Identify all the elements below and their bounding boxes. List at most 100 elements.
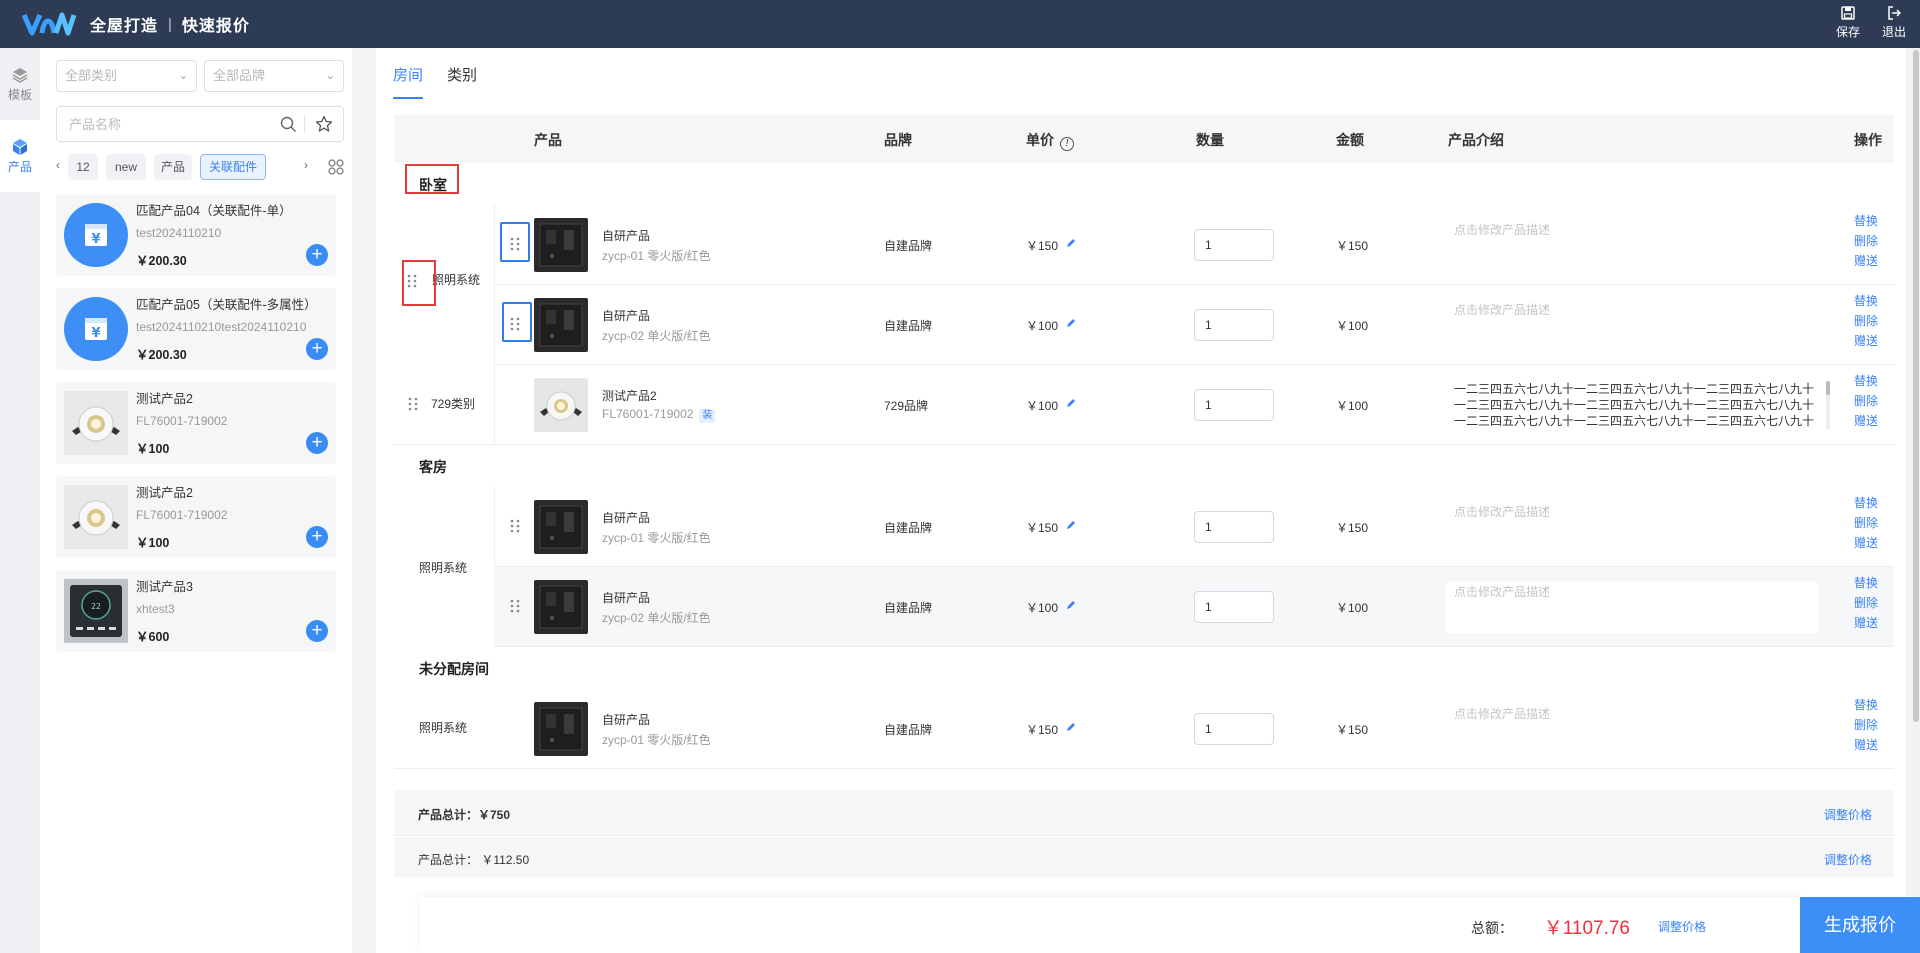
- delete-button[interactable]: 删除: [1854, 717, 1878, 733]
- search-input[interactable]: [69, 107, 269, 141]
- search-icon[interactable]: [280, 116, 297, 133]
- delete-button[interactable]: 删除: [1854, 393, 1878, 409]
- tab-room[interactable]: 房间: [393, 64, 424, 99]
- gift-button[interactable]: 赠送: [1854, 615, 1878, 631]
- edit-pencil-icon[interactable]: [1066, 520, 1076, 530]
- product-card[interactable]: 测试产品2 FL76001-719002 ￥100 +: [56, 476, 336, 558]
- generate-quote-button[interactable]: 生成报价: [1800, 897, 1920, 953]
- row-actions: 替换 删除 赠送: [1854, 373, 1878, 429]
- quantity-input[interactable]: [1194, 591, 1274, 623]
- save-button[interactable]: 保存: [1836, 6, 1860, 40]
- switch-panel-photo: [534, 702, 588, 756]
- downlight-photo: [64, 391, 128, 455]
- edit-pencil-icon[interactable]: [1066, 722, 1076, 732]
- tag-product[interactable]: 产品: [154, 154, 192, 180]
- amount-cell: ￥150: [1336, 239, 1369, 253]
- product-price: ￥600: [136, 630, 170, 644]
- replace-button[interactable]: 替换: [1854, 697, 1878, 713]
- exit-button[interactable]: 退出: [1882, 6, 1906, 40]
- quantity-input[interactable]: [1194, 229, 1274, 261]
- header-unit-price: 单价!: [1026, 130, 1074, 151]
- product-card[interactable]: 22 测试产品3 xhtest3 ￥600 +: [56, 570, 336, 652]
- tab-category[interactable]: 类别: [447, 64, 477, 99]
- row-actions: 替换 删除 赠送: [1854, 293, 1878, 349]
- gift-button[interactable]: 赠送: [1854, 535, 1878, 551]
- header-description: 产品介绍: [1448, 132, 1504, 148]
- table-row: 自研产品 zycp-02 单火版/红色 自建品牌 ￥100 ￥100 点击修改产…: [494, 567, 1894, 647]
- add-product-button[interactable]: +: [306, 620, 328, 642]
- adjust-price-link[interactable]: 调整价格: [1824, 806, 1872, 823]
- quantity-input[interactable]: [1194, 389, 1274, 421]
- tag-12[interactable]: 12: [68, 154, 98, 180]
- drag-handle-icon[interactable]: [408, 397, 418, 411]
- description-scrollbar[interactable]: [1826, 381, 1830, 429]
- gift-button[interactable]: 赠送: [1854, 253, 1878, 269]
- add-product-button[interactable]: +: [306, 526, 328, 548]
- delete-button[interactable]: 删除: [1854, 515, 1878, 531]
- row-actions: 替换 删除 赠送: [1854, 213, 1878, 269]
- brand-select[interactable]: 全部品牌 ⌄: [204, 60, 344, 92]
- quantity-input[interactable]: [1194, 309, 1274, 341]
- quantity-input[interactable]: [1194, 511, 1274, 543]
- replace-button[interactable]: 替换: [1854, 213, 1878, 229]
- replace-button[interactable]: 替换: [1854, 575, 1878, 591]
- product-price: ￥200.30: [136, 348, 187, 362]
- category-select-value: 全部类别: [65, 68, 118, 83]
- adjust-total-link[interactable]: 调整价格: [1658, 918, 1706, 935]
- edit-pencil-icon[interactable]: [1066, 600, 1076, 610]
- info-icon[interactable]: !: [1060, 137, 1074, 151]
- edit-pencil-icon[interactable]: [1066, 238, 1076, 248]
- product-spec: FL76001-719002 装: [602, 407, 716, 423]
- category-group: 照明系统: [394, 487, 494, 647]
- panel-scrollbar[interactable]: [352, 48, 360, 953]
- product-description[interactable]: 一二三四五六七八九十一二三四五六七八九十一二三四五六七八九十一二三四五六七八九十…: [1454, 381, 1820, 429]
- adjust-price-link[interactable]: 调整价格: [1824, 851, 1872, 868]
- favorite-star-icon[interactable]: [315, 115, 333, 133]
- product-card[interactable]: ¥ 匹配产品04（关联配件-单） test2024110210 ￥200.30 …: [56, 194, 336, 276]
- product-card[interactable]: ¥ 匹配产品05（关联配件-多属性） test2024110210test202…: [56, 288, 336, 370]
- rail-item-template[interactable]: 模板: [0, 48, 40, 120]
- edit-pencil-icon[interactable]: [1066, 398, 1076, 408]
- table-row: 自研产品 zycp-01 零火版/红色 自建品牌 ￥150 ￥150 点击修改产…: [494, 205, 1894, 285]
- description-placeholder[interactable]: 点击修改产品描述: [1454, 583, 1834, 600]
- edit-pencil-icon[interactable]: [1066, 318, 1076, 328]
- scrollbar-thumb[interactable]: [1913, 50, 1919, 722]
- add-product-button[interactable]: +: [306, 244, 328, 266]
- grid-view-icon[interactable]: [328, 159, 344, 175]
- delete-button[interactable]: 删除: [1854, 233, 1878, 249]
- description-placeholder[interactable]: 点击修改产品描述: [1454, 221, 1834, 238]
- tags-prev-icon[interactable]: ‹: [56, 158, 60, 172]
- gift-button[interactable]: 赠送: [1854, 333, 1878, 349]
- main-scrollbar[interactable]: [1912, 48, 1920, 953]
- tags-next-icon[interactable]: ›: [304, 158, 308, 172]
- add-product-button[interactable]: +: [306, 338, 328, 360]
- gift-button[interactable]: 赠送: [1854, 413, 1878, 429]
- delete-button[interactable]: 删除: [1854, 313, 1878, 329]
- gift-button[interactable]: 赠送: [1854, 737, 1878, 753]
- app-title: 全屋打造: [90, 18, 159, 35]
- switch-panel-photo: [534, 500, 588, 554]
- replace-button[interactable]: 替换: [1854, 373, 1878, 389]
- delete-button[interactable]: 删除: [1854, 595, 1878, 611]
- replace-button[interactable]: 替换: [1854, 293, 1878, 309]
- description-placeholder[interactable]: 点击修改产品描述: [1454, 705, 1834, 722]
- product-spec: zycp-02 单火版/红色: [602, 611, 711, 625]
- product-card[interactable]: 测试产品2 FL76001-719002 ￥100 +: [56, 382, 336, 464]
- summary-row: 产品总计：￥750 调整价格: [394, 790, 1894, 836]
- rail-item-product[interactable]: 产品: [0, 120, 40, 192]
- tag-related-accessory[interactable]: 关联配件: [200, 154, 266, 180]
- title-divider: |: [168, 15, 172, 33]
- svg-text:¥: ¥: [91, 232, 100, 247]
- replace-button[interactable]: 替换: [1854, 495, 1878, 511]
- quantity-input[interactable]: [1194, 713, 1274, 745]
- tag-new[interactable]: new: [106, 154, 146, 180]
- category-select[interactable]: 全部类别 ⌄: [56, 60, 197, 92]
- drag-handle-icon[interactable]: [510, 519, 520, 533]
- product-price: ￥100: [136, 442, 170, 456]
- add-product-button[interactable]: +: [306, 432, 328, 454]
- description-placeholder[interactable]: 点击修改产品描述: [1454, 503, 1834, 520]
- product-spec: zycp-02 单火版/红色: [602, 329, 711, 343]
- brand-cell: 自建品牌: [884, 723, 933, 737]
- drag-handle-icon[interactable]: [510, 599, 520, 613]
- description-placeholder[interactable]: 点击修改产品描述: [1454, 301, 1834, 318]
